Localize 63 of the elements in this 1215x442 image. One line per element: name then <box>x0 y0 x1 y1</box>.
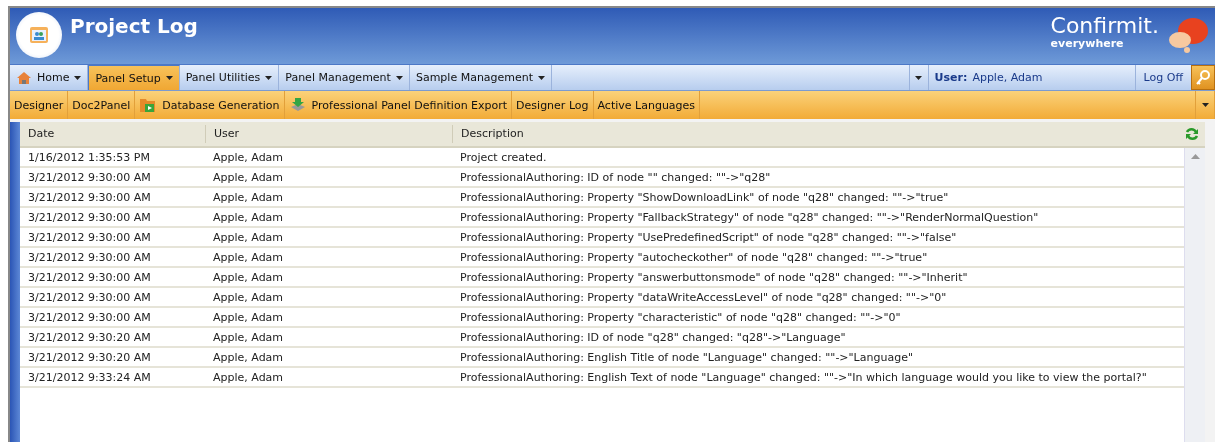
caret-icon <box>265 75 273 80</box>
user-cell-text: Apple, Adam <box>212 369 285 386</box>
user-cell-text: Apple, Adam <box>212 349 285 366</box>
user-cell-text: Apple, Adam <box>212 309 285 326</box>
user-cell-text: Apple, Adam <box>212 289 285 306</box>
date-cell-text: 3/21/2012 9:33:24 AM <box>27 369 152 386</box>
user-cell-text: Apple, Adam <box>212 269 285 286</box>
description-cell-text: ProfessionalAuthoring: Property "answerbuttonsmode" of node "q28" changed: ""->"Inherit" <box>459 269 969 286</box>
date-cell-text: 3/21/2012 9:30:00 AM <box>27 189 152 206</box>
user-cell-text: Apple, Adam <box>212 249 285 266</box>
caret-icon <box>915 75 923 80</box>
date-cell-text: 3/21/2012 9:30:20 AM <box>27 329 152 346</box>
refresh-icon[interactable] <box>1185 127 1199 141</box>
caret-icon <box>1201 103 1209 107</box>
description-cell-text: ProfessionalAuthoring: ID of node "q28" changed: "q28"->"Language" <box>459 329 847 346</box>
date-cell-text: 3/21/2012 9:30:20 AM <box>27 349 152 366</box>
brand-tagline: everywhere <box>1050 38 1124 50</box>
column-header[interactable]: User <box>205 125 452 143</box>
house-icon <box>16 70 32 85</box>
user-label: User: Apple, Adam <box>928 65 1136 90</box>
description-cell-text: ProfessionalAuthoring: Property "dataWriteAccessLevel" of node "q28" changed: ""->"0" <box>459 289 948 306</box>
date-cell-text: 3/21/2012 9:30:00 AM <box>27 269 152 286</box>
user-cell-text: Apple, Adam <box>212 169 285 186</box>
column-header[interactable]: Date <box>20 125 205 143</box>
user-cell-text: Apple, Adam <box>212 229 285 246</box>
date-cell-text: 3/21/2012 9:30:00 AM <box>27 169 152 186</box>
description-cell-text: ProfessionalAuthoring: English Title of node "Language" changed: ""->"Language" <box>459 349 914 366</box>
key-button[interactable] <box>1191 65 1215 90</box>
date-cell-text: 1/16/2012 1:35:53 PM <box>27 149 151 166</box>
description-cell-text: Project created. <box>459 149 548 166</box>
menu-tab[interactable]: Panel Utilities <box>179 65 280 90</box>
description-cell-text: ProfessionalAuthoring: Property "characteristic" of node "q28" changed: ""->"0" <box>459 309 902 326</box>
user-cell-text: Apple, Adam <box>212 189 285 206</box>
caret-icon <box>165 76 173 80</box>
menu-tab[interactable]: Panel Setup <box>88 65 180 90</box>
user-cell-text: Apple, Adam <box>212 209 285 226</box>
log-off-link[interactable]: Log Off <box>1135 65 1191 90</box>
caret-icon <box>538 75 546 80</box>
caret-icon <box>395 75 403 80</box>
page-title: Project Log <box>70 14 199 38</box>
user-cell-text: Apple, Adam <box>212 329 285 346</box>
menu-tab[interactable]: Sample Management <box>409 65 553 90</box>
description-cell-text: ProfessionalAuthoring: Property "FallbackStrategy" of node "q28" changed: ""->"RenderNormalQuestion" <box>459 209 1040 226</box>
scroll-up-icon[interactable] <box>1190 154 1200 159</box>
menu-tab[interactable]: Panel Management <box>279 65 410 90</box>
description-cell-text: ProfessionalAuthoring: English Text of node "Language" changed: ""->"In which language would you like to view the portal?" <box>459 369 1148 386</box>
date-cell-text: 3/21/2012 9:30:00 AM <box>27 209 152 226</box>
caret-icon <box>74 75 82 80</box>
date-cell-text: 3/21/2012 9:30:00 AM <box>27 249 152 266</box>
app-logo-icon <box>16 12 62 58</box>
description-cell-text: ProfessionalAuthoring: Property "autocheckother" of node "q28" changed: ""->"true" <box>459 249 929 266</box>
folder-icon <box>139 96 158 114</box>
description-cell-text: ProfessionalAuthoring: Property "UsePredefinedScript" of node "q28" changed: ""->"false" <box>459 229 958 246</box>
column-header[interactable]: Description <box>452 125 1185 143</box>
date-cell-text: 3/21/2012 9:30:00 AM <box>27 309 152 326</box>
key-icon <box>1195 68 1211 87</box>
date-cell-text: 3/21/2012 9:30:00 AM <box>27 289 152 306</box>
description-cell-text: ProfessionalAuthoring: ID of node "" changed: ""->"q28" <box>459 169 772 186</box>
brand-name: Confirmit. <box>1050 14 1159 38</box>
menu-dropdown-button[interactable] <box>908 65 929 90</box>
date-cell-text: 3/21/2012 9:30:00 AM <box>27 229 152 246</box>
user-cell-text: Apple, Adam <box>212 149 285 166</box>
description-cell-text: ProfessionalAuthoring: Property "ShowDownloadLink" of node "q28" changed: ""->"true" <box>459 189 950 206</box>
